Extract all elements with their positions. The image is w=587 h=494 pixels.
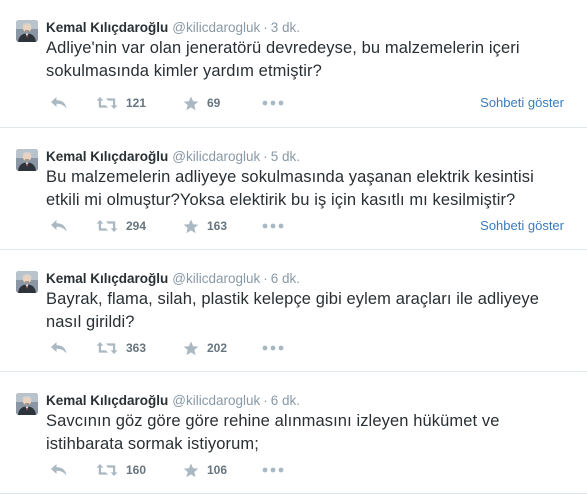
separator-dot: ·	[263, 271, 268, 286]
author-name[interactable]: Kemal Kılıçdaroğlu	[46, 393, 168, 408]
author-handle[interactable]: @kilicdarogluk	[172, 393, 260, 408]
star-icon	[183, 463, 199, 478]
tweet-text: Savcının göz göre göre rehine alınmasını…	[46, 412, 500, 453]
retweet-icon	[96, 463, 118, 477]
tweet-timestamp[interactable]: 3 dk.	[271, 20, 300, 35]
retweet-button[interactable]: 294	[96, 217, 146, 235]
retweet-count: 363	[126, 341, 147, 355]
separator-dot: ·	[263, 393, 268, 408]
tweet-text: Bayrak, flama, silah, plastik kelepçe gi…	[46, 290, 540, 331]
view-conversation-link[interactable]: Sohbeti göster	[480, 94, 564, 112]
retweet-button[interactable]: 363	[96, 339, 146, 357]
tweet-card[interactable]: Kemal Kılıçdaroğlu @kilicdarogluk · 6 dk. Ba…	[0, 251, 587, 372]
favorite-count: 106	[207, 463, 228, 477]
tweet-text: Adliye'nin var olan jeneratörü devredeys…	[46, 39, 520, 80]
retweet-icon	[96, 341, 118, 355]
star-icon	[183, 219, 199, 234]
more-icon	[262, 467, 284, 473]
tweet-header: Kemal Kılıçdaroğlu @kilicdarogluk · 6 dk.	[46, 270, 300, 288]
reply-icon	[50, 341, 68, 355]
avatar[interactable]	[16, 393, 38, 415]
reply-button[interactable]	[50, 339, 68, 357]
author-handle[interactable]: @kilicdarogluk	[172, 271, 260, 286]
tweet-actions: 363 202	[46, 339, 576, 357]
tweet-text: Bu malzemelerin adliyeye sokulmasında ya…	[46, 168, 534, 209]
view-conversation-link[interactable]: Sohbeti göster	[480, 217, 564, 235]
reply-button[interactable]	[50, 461, 68, 479]
reply-button[interactable]	[50, 217, 68, 235]
author-handle[interactable]: @kilicdarogluk	[172, 20, 260, 35]
tweet-header: Kemal Kılıçdaroğlu @kilicdarogluk · 3 dk.	[46, 19, 300, 37]
tweet-timestamp[interactable]: 6 dk.	[271, 393, 300, 408]
retweet-button[interactable]: 121	[96, 94, 146, 112]
separator-dot: ·	[263, 20, 268, 35]
tweet-header: Kemal Kılıçdaroğlu @kilicdarogluk · 5 dk.	[46, 148, 300, 166]
tweet-actions: 294 163 Sohbeti göster	[46, 217, 576, 235]
more-icon	[262, 100, 284, 106]
reply-icon	[50, 219, 68, 233]
more-button[interactable]	[262, 94, 284, 112]
avatar[interactable]	[16, 20, 38, 42]
favorite-count: 163	[207, 219, 228, 233]
retweet-count: 160	[126, 463, 147, 477]
tweet-header: Kemal Kılıçdaroğlu @kilicdarogluk · 6 dk.	[46, 392, 300, 410]
more-icon	[262, 345, 284, 351]
author-handle[interactable]: @kilicdarogluk	[172, 149, 260, 164]
author-name[interactable]: Kemal Kılıçdaroğlu	[46, 271, 168, 286]
more-button[interactable]	[262, 217, 284, 235]
favorite-button[interactable]: 69	[183, 94, 220, 112]
favorite-count: 202	[207, 341, 228, 355]
retweet-icon	[96, 96, 118, 110]
tweet-card[interactable]: Kemal Kılıçdaroğlu @kilicdarogluk · 3 dk. Ad…	[0, 0, 587, 128]
avatar[interactable]	[16, 271, 38, 293]
timeline: Kemal Kılıçdaroğlu @kilicdarogluk · 3 dk. Ad…	[0, 0, 587, 494]
reply-icon	[50, 463, 68, 477]
tweet-actions: 160 106	[46, 461, 576, 479]
star-icon	[183, 341, 199, 356]
separator-dot: ·	[263, 149, 268, 164]
favorite-button[interactable]: 163	[183, 217, 227, 235]
reply-icon	[50, 96, 68, 110]
tweet-card[interactable]: Kemal Kılıçdaroğlu @kilicdarogluk · 5 dk. Bu…	[0, 129, 587, 250]
tweet-timestamp[interactable]: 5 dk.	[271, 149, 300, 164]
retweet-icon	[96, 219, 118, 233]
favorite-button[interactable]: 202	[183, 339, 227, 357]
retweet-button[interactable]: 160	[96, 461, 146, 479]
more-icon	[262, 223, 284, 229]
author-name[interactable]: Kemal Kılıçdaroğlu	[46, 20, 168, 35]
author-name[interactable]: Kemal Kılıçdaroğlu	[46, 149, 168, 164]
favorite-count: 69	[207, 96, 221, 110]
tweet-actions: 121 69 Sohbeti göster	[46, 94, 576, 112]
more-button[interactable]	[262, 461, 284, 479]
more-button[interactable]	[262, 339, 284, 357]
avatar[interactable]	[16, 149, 38, 171]
reply-button[interactable]	[50, 94, 68, 112]
tweet-card[interactable]: Kemal Kılıçdaroğlu @kilicdarogluk · 6 dk. Sa…	[0, 373, 587, 494]
star-icon	[183, 96, 199, 111]
retweet-count: 121	[126, 96, 147, 110]
retweet-count: 294	[126, 219, 147, 233]
tweet-timestamp[interactable]: 6 dk.	[271, 271, 300, 286]
favorite-button[interactable]: 106	[183, 461, 227, 479]
